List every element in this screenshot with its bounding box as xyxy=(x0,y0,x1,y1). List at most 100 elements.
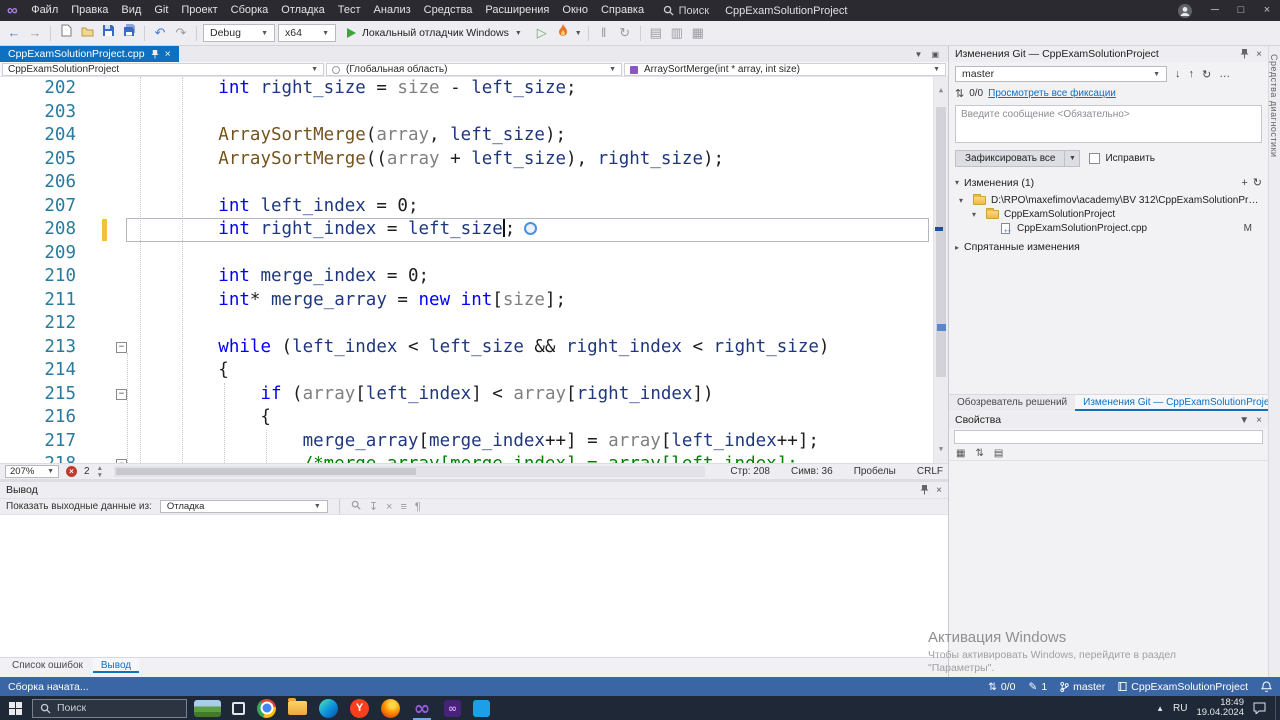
tab-cppexamsolutionproject-cpp[interactable]: CppExamSolutionProject.cpp × xyxy=(0,46,179,62)
chrome-icon[interactable] xyxy=(257,698,276,718)
open-file-icon[interactable] xyxy=(78,22,96,44)
changes-section-header[interactable]: ▾ Изменения (1) + ↻ xyxy=(955,176,1262,190)
toggle-output-icon[interactable]: ¶ xyxy=(415,501,421,513)
indicator-margin[interactable] xyxy=(86,312,112,336)
push-icon[interactable]: ↑ xyxy=(1189,68,1195,80)
prev-next-issue-icons[interactable]: ▲ ▼ xyxy=(97,465,103,479)
error-indicator-icon[interactable]: × xyxy=(66,466,77,477)
amend-option[interactable]: Исправить xyxy=(1089,153,1155,164)
expand-icon[interactable]: ▸ xyxy=(955,243,959,252)
task-view-icon[interactable] xyxy=(232,701,245,715)
line-number[interactable]: 216 xyxy=(0,406,86,430)
indicator-margin[interactable] xyxy=(86,195,112,219)
show-desktop-button[interactable] xyxy=(1275,696,1280,720)
code-editor[interactable]: 202 int right_size = size - left_size; 20… xyxy=(0,77,948,463)
code-line-217[interactable]: 217 merge_array[merge_index++] = array[l… xyxy=(0,430,948,454)
vscode-icon[interactable] xyxy=(473,699,490,717)
code-line-214[interactable]: 214 { xyxy=(0,359,948,383)
new-file-icon[interactable] xyxy=(57,22,75,44)
clear-all-icon[interactable]: × xyxy=(386,501,392,513)
language-indicator[interactable]: RU xyxy=(1173,703,1187,714)
code-line-206[interactable]: 206 xyxy=(0,171,948,195)
fold-margin[interactable] xyxy=(112,77,134,101)
scrollbar-thumb[interactable] xyxy=(936,107,946,377)
indicator-margin[interactable] xyxy=(86,430,112,454)
line-number[interactable]: 214 xyxy=(0,359,86,383)
pin-icon[interactable] xyxy=(1240,49,1249,59)
collapse-region-icon[interactable]: − xyxy=(116,388,127,400)
tab-output[interactable]: Вывод xyxy=(92,658,140,673)
yandex-icon[interactable] xyxy=(350,698,369,718)
line-number[interactable]: 218 xyxy=(0,453,86,463)
fold-margin[interactable]: − xyxy=(112,383,134,407)
output-source-dropdown[interactable]: Отладка ▼ xyxy=(159,500,328,513)
code-line-211[interactable]: 211 int* merge_array = new int[size]; xyxy=(0,289,948,313)
branch-dropdown[interactable]: master ▼ xyxy=(955,66,1167,82)
menu-item-7[interactable]: Тест xyxy=(331,0,367,21)
line-number[interactable]: 207 xyxy=(0,195,86,219)
close-button[interactable]: × xyxy=(1254,0,1280,21)
code-line-215[interactable]: 215 − if (array[left_index] < array[right… xyxy=(0,383,948,407)
line-number[interactable]: 206 xyxy=(0,171,86,195)
fold-margin[interactable]: − xyxy=(112,453,134,463)
line-number[interactable]: 208 xyxy=(0,218,86,242)
comment-icon[interactable]: ▥ xyxy=(668,22,686,44)
explorer-icon[interactable] xyxy=(288,698,307,715)
vertical-scrollbar[interactable]: ▲ ▼ xyxy=(933,77,948,463)
code-line-202[interactable]: 202 int right_size = size - left_size; xyxy=(0,77,948,101)
indicator-margin[interactable] xyxy=(86,265,112,289)
fetch-icon[interactable]: ↓ xyxy=(1175,68,1181,80)
scroll-up-icon[interactable]: ▲ xyxy=(934,79,948,103)
indicator-margin[interactable] xyxy=(86,383,112,407)
code-line-216[interactable]: 216 { xyxy=(0,406,948,430)
collapse-region-icon[interactable]: − xyxy=(116,341,127,353)
git-tree-row[interactable]: ▾ D:\RPO\maxefimov\academy\BV 312\CppExam… xyxy=(955,193,1262,207)
refresh-icon[interactable]: ↻ xyxy=(1202,68,1211,81)
alphabetical-icon[interactable]: ⇅ xyxy=(975,448,983,459)
menu-item-1[interactable]: Правка xyxy=(65,0,115,21)
line-ending[interactable]: CRLF xyxy=(917,466,943,477)
fold-margin[interactable] xyxy=(112,195,134,219)
fold-margin[interactable] xyxy=(112,242,134,266)
pending-edits-status[interactable]: ✎ 1 xyxy=(1029,681,1048,693)
menu-item-4[interactable]: Проект xyxy=(175,0,224,21)
options-icon[interactable]: ▦ xyxy=(689,22,707,44)
line-number[interactable]: 202 xyxy=(0,77,86,101)
line-number[interactable]: 213 xyxy=(0,336,86,360)
fold-margin[interactable] xyxy=(112,265,134,289)
stashes-section-header[interactable]: ▸ Спрятанные изменения xyxy=(955,241,1262,253)
git-tree-row[interactable]: ▾ CppExamSolutionProject xyxy=(955,207,1262,221)
menu-item-12[interactable]: Справка xyxy=(594,0,650,21)
menu-item-5[interactable]: Сборка xyxy=(224,0,275,21)
code-line-209[interactable]: 209 xyxy=(0,242,948,266)
stage-all-icon[interactable]: + xyxy=(1241,177,1247,189)
word-wrap-icon[interactable]: ≡ xyxy=(400,501,406,513)
fold-margin[interactable] xyxy=(112,406,134,430)
solution-platform-dropdown[interactable]: x64 ▼ xyxy=(278,24,336,42)
code-line-213[interactable]: 213 − while (left_index < left_size && ri… xyxy=(0,336,948,360)
user-avatar[interactable] xyxy=(1178,3,1192,18)
menu-item-8[interactable]: Анализ xyxy=(367,0,417,21)
indicator-margin[interactable] xyxy=(86,101,112,125)
goto-message-icon[interactable]: ↧ xyxy=(369,500,378,513)
pin-icon[interactable] xyxy=(151,49,159,59)
hot-reload-icon[interactable] xyxy=(554,22,572,44)
undo-icon[interactable]: ↶ xyxy=(151,22,169,44)
break-all-icon[interactable]: ‖ xyxy=(595,22,613,44)
commit-all-button[interactable]: Зафиксировать все xyxy=(955,150,1066,167)
tab-error-list[interactable]: Список ошибок xyxy=(4,658,91,673)
code-line-207[interactable]: 207 int left_index = 0; xyxy=(0,195,948,219)
taskbar-clock[interactable]: 18:49 19.04.2024 xyxy=(1196,697,1244,719)
amend-checkbox[interactable] xyxy=(1089,153,1101,164)
code-line-204[interactable]: 204 ArraySortMerge(array, left_size); xyxy=(0,124,948,148)
fold-margin[interactable] xyxy=(112,218,134,242)
line-number[interactable]: 204 xyxy=(0,124,86,148)
notifications-bell[interactable] xyxy=(1261,680,1272,693)
commit-options-dropdown-icon[interactable]: ▼ xyxy=(1065,150,1081,167)
line-number[interactable]: 217 xyxy=(0,430,86,454)
fold-margin[interactable]: − xyxy=(112,336,134,360)
line-number[interactable]: 211 xyxy=(0,289,86,313)
output-content[interactable] xyxy=(0,519,948,657)
properties-close-icon[interactable]: × xyxy=(1256,415,1262,426)
menu-item-0[interactable]: Файл xyxy=(25,0,65,21)
